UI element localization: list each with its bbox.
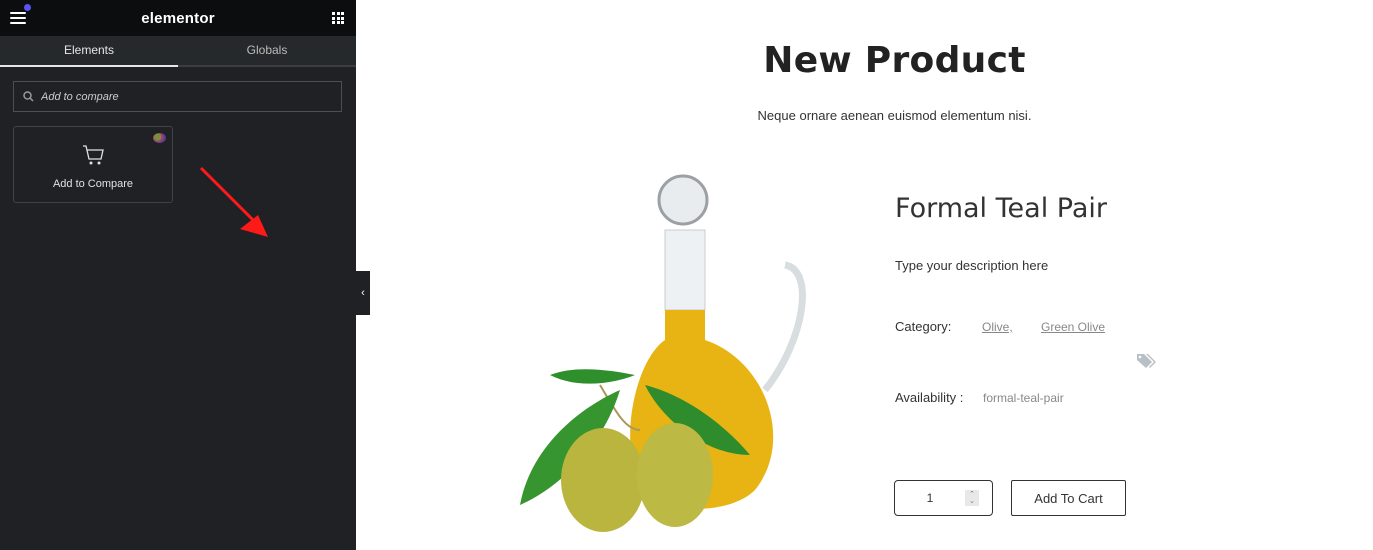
- search-icon: [23, 91, 34, 102]
- availability-value: formal-teal-pair: [983, 391, 1064, 405]
- availability-label: Availability :: [895, 390, 964, 405]
- quantity-input[interactable]: [905, 491, 955, 505]
- panel-header: elementor: [0, 0, 356, 36]
- tags-icon: [1137, 354, 1156, 368]
- product-description: Type your description here: [895, 258, 1049, 273]
- annotation-arrow: [199, 166, 268, 237]
- page-title: New Product: [763, 40, 1026, 81]
- tab-elements[interactable]: Elements: [0, 36, 178, 67]
- chevron-down-icon[interactable]: ⌄: [969, 498, 975, 505]
- page-subtitle: Neque ornare aenean euismod elementum ni…: [757, 108, 1032, 123]
- category-label: Category:: [895, 319, 952, 334]
- apps-grid-icon[interactable]: [332, 12, 344, 24]
- chevron-up-icon[interactable]: ⌃: [969, 491, 975, 498]
- elementor-panel: elementor Elements Globals Add to Compar…: [0, 0, 356, 550]
- category-link-olive[interactable]: Olive,: [982, 320, 1013, 334]
- tab-globals[interactable]: Globals: [178, 36, 356, 67]
- product-title: Formal Teal Pair: [895, 193, 1108, 224]
- product-image: [520, 174, 806, 532]
- chevron-left-icon: ‹: [361, 287, 365, 299]
- quantity-spinner[interactable]: ⌃ ⌄: [965, 490, 979, 506]
- panel-tabs: Elements Globals: [0, 36, 356, 67]
- add-to-cart-button[interactable]: Add To Cart: [1011, 480, 1126, 516]
- elementor-logo: elementor: [141, 9, 215, 27]
- notification-dot: [24, 4, 31, 11]
- widget-search: [13, 81, 342, 112]
- cart-icon: [83, 145, 104, 165]
- hamburger-menu-icon[interactable]: [10, 12, 26, 24]
- pro-badge-icon: [153, 133, 166, 143]
- quantity-stepper: ⌃⌄: [894, 480, 993, 516]
- widget-add-to-compare[interactable]: Add to Compare: [13, 126, 173, 203]
- widget-label: Add to Compare: [52, 178, 134, 190]
- category-link-green-olive[interactable]: Green Olive: [1041, 320, 1105, 334]
- panel-collapse-button[interactable]: ‹: [356, 271, 370, 315]
- widget-search-input[interactable]: [41, 90, 321, 103]
